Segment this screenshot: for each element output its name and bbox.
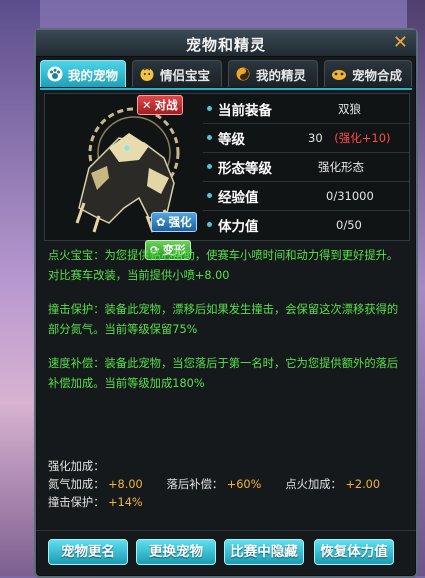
enhance-label: 落后补偿：	[166, 478, 224, 491]
stat-row-form: 形态等级 强化形态	[203, 152, 409, 182]
enhance-label: 点火加成：	[285, 478, 342, 491]
restore-stamina-button[interactable]: 恢复体力值	[314, 539, 394, 565]
enhance-value: +8.00	[108, 478, 143, 491]
baby-face-icon	[140, 67, 154, 81]
enhance-item: 撞击保护： +14%	[48, 494, 176, 512]
pet-stats: 当前装备 双狼 等级 30 (强化+10) 形态等级 强化形态 经验值 0/31…	[203, 94, 409, 240]
enhance-tag-label: 强化	[168, 215, 192, 229]
stat-label: 形态等级	[218, 160, 272, 177]
stat-label: 等级	[218, 131, 245, 148]
bullet-icon	[207, 193, 212, 198]
spirit-icon	[236, 67, 250, 81]
paw-icon: ✿	[156, 215, 166, 229]
tab-my-pet[interactable]: 我的宠物	[40, 60, 126, 87]
bullet-icon	[207, 135, 212, 140]
tab-label: 宠物合成	[352, 67, 403, 83]
skill-collision-protect: 撞击保护：装备此宠物，漂移后如果发生撞击，会保留这次漂移获得的部分氮气。当前等级…	[48, 303, 399, 336]
enhance-label: 氮气加成：	[48, 478, 105, 491]
enhance-title: 强化加成：	[48, 460, 105, 473]
fight-tag-label: 对战	[154, 98, 178, 112]
bullet-icon	[207, 106, 212, 111]
merge-icon	[332, 70, 346, 80]
level-value: 30	[308, 130, 323, 145]
pet-info-box: ✕ 对战 ✿ 强化 ⟳ 变形 当前装备 双狼 等级 30 (强化+10) 形态等…	[44, 93, 410, 260]
stat-value: 强化形态	[318, 159, 364, 174]
hide-in-race-button[interactable]: 比赛中隐藏	[224, 539, 304, 565]
tab-label: 我的宠物	[68, 67, 119, 83]
tab-bar: 我的宠物 情侣宝宝 我的精灵 宠物合成	[40, 60, 412, 88]
tab-underline	[40, 88, 412, 90]
enhance-label: 撞击保护：	[48, 496, 105, 509]
stat-value: 0/50	[336, 217, 362, 232]
skill-speed-compensate: 速度补偿：装备此宠物，当您落后于第一名时，它为您提供额外的落后补偿加成。当前等级…	[48, 357, 399, 390]
enhance-row: 氮气加成： +8.00 落后补偿： +60% 点火加成： +2.00	[48, 476, 404, 494]
title-bar[interactable]: 宠物和精灵 ✕	[36, 30, 416, 57]
paw-icon	[47, 66, 63, 82]
enhance-value: +14%	[108, 496, 143, 509]
bullet-icon	[207, 164, 212, 169]
enhance-item: 点火加成： +2.00	[285, 476, 404, 494]
tab-couple-baby[interactable]: 情侣宝宝	[132, 60, 222, 87]
tab-label: 情侣宝宝	[160, 67, 211, 83]
fight-tag[interactable]: ✕ 对战	[137, 95, 183, 115]
enhance-bonus: 强化加成： 氮气加成： +8.00 落后补偿： +60% 点火加成： +2.00…	[48, 458, 404, 512]
enhance-tag[interactable]: ✿ 强化	[151, 212, 197, 232]
stat-row-exp: 经验值 0/31000	[203, 181, 409, 211]
stat-label: 体力值	[218, 218, 259, 235]
enhance-level: (强化+10)	[334, 130, 391, 145]
enhance-value: +2.00	[345, 478, 381, 491]
stat-label: 当前装备	[218, 102, 272, 119]
rename-pet-button[interactable]: 宠物更名	[48, 539, 128, 565]
window-title: 宠物和精灵	[185, 36, 266, 54]
stat-label: 经验值	[218, 189, 259, 206]
close-icon[interactable]: ✕	[393, 32, 408, 53]
tab-label: 我的精灵	[256, 67, 307, 83]
enhance-item: 落后补偿： +60%	[167, 476, 286, 494]
enhance-row: 撞击保护： +14%	[48, 494, 404, 512]
stat-value: 30 (强化+10)	[308, 130, 409, 146]
bullet-icon	[207, 222, 212, 227]
tab-pet-merge[interactable]: 宠物合成	[324, 60, 412, 87]
tab-my-spirit[interactable]: 我的精灵	[228, 60, 318, 87]
change-pet-button[interactable]: 更换宠物	[136, 539, 216, 565]
enhance-item: 氮气加成： +8.00	[48, 476, 167, 494]
stat-value: 双狼	[338, 101, 361, 116]
crossed-swords-icon: ✕	[142, 98, 152, 112]
action-bar: 宠物更名 更换宠物 比赛中隐藏 恢复体力值	[36, 530, 416, 577]
pet-window: 宠物和精灵 ✕ 我的宠物 情侣宝宝 我的精灵 宠物合成 ✕ 对战 ✿ 强化 ⟳ …	[34, 28, 418, 578]
enhance-value: +60%	[226, 478, 262, 491]
stat-row-level: 等级 30 (强化+10)	[203, 123, 409, 153]
stat-row-stamina: 体力值 0/50	[203, 210, 409, 239]
stat-value: 0/31000	[326, 188, 374, 203]
skill-ignition: 点火宝宝：为您提供贴心帮助，使赛车小喷时间和动力得到更好提升。对比赛车改装，当前…	[48, 249, 399, 282]
stat-row-equipment: 当前装备 双狼	[203, 94, 409, 124]
